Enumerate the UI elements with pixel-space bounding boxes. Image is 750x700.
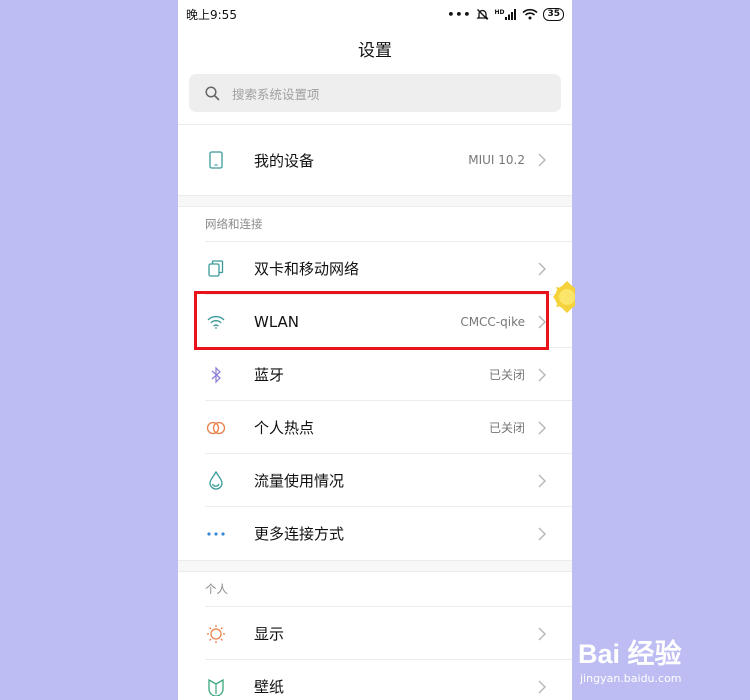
bluetooth-icon: [205, 364, 227, 386]
signal-hd-label: HD: [494, 8, 505, 16]
search-icon: [205, 85, 220, 100]
section-header-network: 网络和连接: [205, 217, 263, 231]
section-gap: [178, 195, 572, 207]
status-bar: 晚上9:55 ••• HD 35: [178, 0, 572, 28]
sidebar-item-hotspot[interactable]: 个人热点 已关闭: [178, 401, 572, 454]
chevron-right-icon: [538, 527, 546, 540]
more-icon: [205, 523, 227, 545]
my-device-label: 我的设备: [254, 151, 315, 170]
row-label: 壁纸: [254, 678, 285, 696]
data-usage-icon: [205, 470, 227, 492]
section-header-personal: 个人: [205, 582, 228, 596]
wifi-status-icon: [522, 8, 539, 20]
status-icons: ••• HD 35: [447, 7, 564, 21]
sidebar-item-display[interactable]: 显示: [178, 607, 572, 660]
watermark-url: jingyan.baidu.com: [580, 672, 682, 685]
my-device-row[interactable]: 我的设备 MIUI 10.2: [178, 125, 572, 195]
watermark-brand: Bai 经验: [578, 639, 682, 669]
row-value: 已关闭: [488, 421, 525, 435]
phone-device-icon: [205, 149, 227, 171]
row-label: 个人热点: [254, 419, 315, 437]
chevron-right-icon: [538, 368, 546, 381]
sidebar-item-more-connections[interactable]: 更多连接方式: [178, 507, 572, 560]
chevron-right-icon: [538, 680, 546, 693]
sim-card-icon: [205, 258, 227, 280]
section-gap: [178, 560, 572, 572]
sidebar-item-wlan[interactable]: WLAN CMCC-qike: [178, 295, 572, 348]
status-time: 晚上9:55: [186, 7, 237, 22]
signal-icon: HD: [494, 8, 517, 20]
chevron-right-icon: [538, 474, 546, 487]
my-device-version: MIUI 10.2: [468, 153, 525, 167]
page-title: 设置: [358, 41, 392, 61]
row-value: 已关闭: [488, 368, 525, 382]
wallpaper-icon: [205, 676, 227, 698]
row-value: CMCC-qike: [460, 314, 525, 329]
row-label: 蓝牙: [254, 366, 285, 384]
row-label: 显示: [254, 625, 285, 643]
chevron-right-icon: [538, 421, 546, 434]
alarm-off-icon: [476, 8, 490, 20]
search-input[interactable]: 搜索系统设置项: [189, 74, 561, 112]
sidebar-item-sim-network[interactable]: 双卡和移动网络: [178, 242, 572, 295]
sidebar-item-bluetooth[interactable]: 蓝牙 已关闭: [178, 348, 572, 401]
row-label: 双卡和移动网络: [254, 260, 360, 278]
sidebar-item-wallpaper[interactable]: 壁纸: [178, 660, 572, 700]
sidebar-item-data-usage[interactable]: 流量使用情况: [178, 454, 572, 507]
row-label: 更多连接方式: [254, 525, 345, 543]
row-label: 流量使用情况: [254, 472, 345, 490]
hotspot-icon: [205, 417, 227, 439]
more-dots-icon: •••: [447, 7, 472, 21]
settings-screen: 晚上9:55 ••• HD 35 设置 搜索系统设置项 我的设备 MIUI 10…: [178, 0, 572, 700]
row-label: WLAN: [254, 312, 300, 331]
display-icon: [205, 623, 227, 645]
search-placeholder: 搜索系统设置项: [232, 86, 320, 102]
wifi-icon: [205, 311, 227, 333]
sun-sticker-icon: [553, 281, 575, 313]
battery-icon: 35: [543, 7, 564, 21]
chevron-right-icon: [538, 627, 546, 640]
baidu-jingyan-watermark: Bai 经验 jingyan.baidu.com: [578, 632, 738, 694]
chevron-right-icon: [538, 153, 546, 167]
